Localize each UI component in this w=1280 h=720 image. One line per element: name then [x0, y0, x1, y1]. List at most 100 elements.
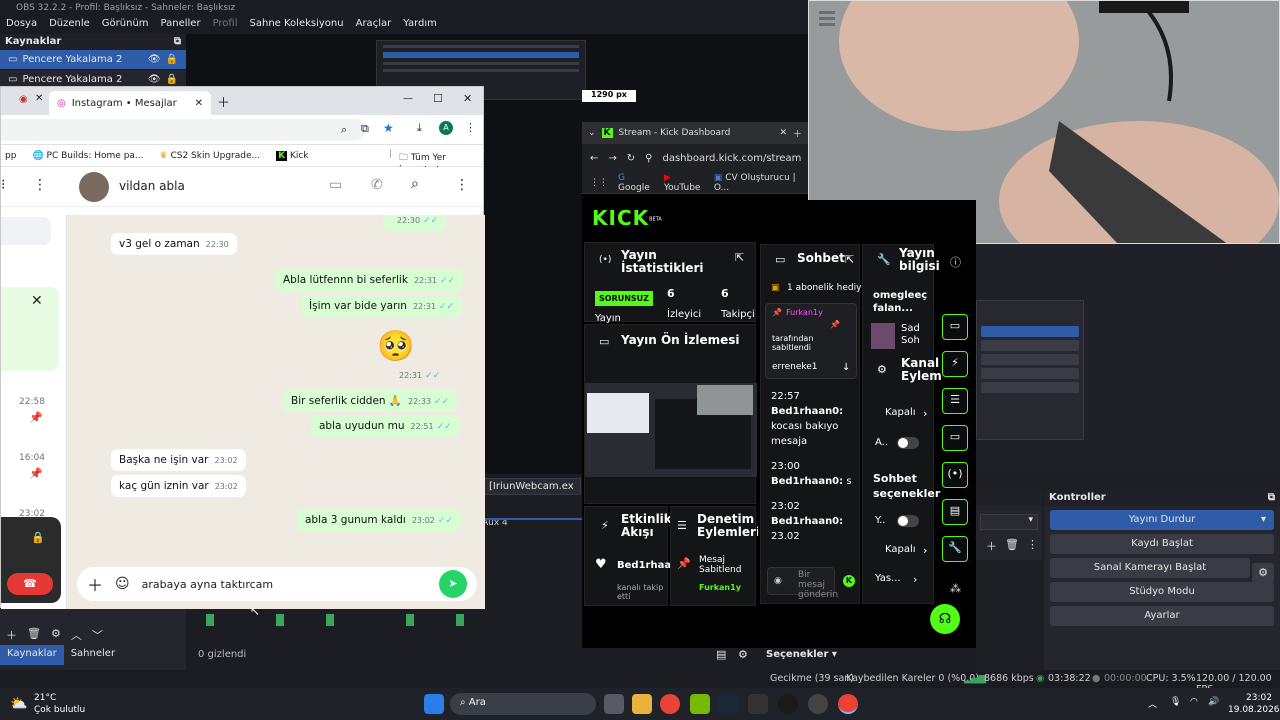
microphone-icon[interactable]: 🎙: [1170, 697, 1181, 707]
up-icon[interactable]: ︿: [71, 627, 82, 642]
new-tab-icon[interactable]: ＋: [793, 127, 802, 140]
phone-icon[interactable]: ✆: [371, 177, 383, 193]
chat-icon[interactable]: ▭: [942, 425, 968, 451]
share-icon[interactable]: ⁂: [950, 582, 961, 595]
message-draft[interactable]: arabaya ayna taktırcam: [142, 578, 427, 591]
menu-tools[interactable]: Araçlar: [356, 18, 392, 34]
chevron-down-icon[interactable]: ▾: [1261, 510, 1266, 530]
more-icon[interactable]: ⋮: [33, 177, 47, 193]
kick-emote-icon[interactable]: K: [843, 575, 855, 587]
more-icon[interactable]: ⋮: [465, 121, 476, 134]
menu-scene-collection[interactable]: Sahne Koleksiyonu: [250, 18, 344, 34]
chrome-icon[interactable]: [838, 694, 858, 714]
tab-sources[interactable]: Kaynaklar: [0, 645, 64, 665]
tab-scenes[interactable]: Sahneler: [64, 645, 122, 665]
search-icon[interactable]: ⌕: [411, 176, 419, 192]
tab-title[interactable]: Stream - Kick Dashboard: [619, 128, 774, 138]
down-icon[interactable]: ﹀: [92, 627, 103, 642]
layout-icon[interactable]: ▤: [716, 648, 726, 661]
bookmark-item[interactable]: 🌐 PC Builds: Home pa...: [32, 151, 143, 161]
more-icon[interactable]: ⋮: [455, 177, 469, 193]
close-icon[interactable]: ✕: [31, 293, 43, 309]
eye-icon[interactable]: 👁: [148, 74, 161, 85]
file-explorer-icon[interactable]: [632, 694, 652, 714]
menu-file[interactable]: Dosya: [6, 18, 37, 34]
end-call-button[interactable]: ☎: [7, 573, 53, 595]
attach-icon[interactable]: ＋: [87, 572, 103, 596]
task-view-icon[interactable]: [604, 694, 624, 714]
cast-icon[interactable]: ⧉: [361, 122, 369, 136]
back-icon[interactable]: ⁝: [1, 177, 5, 193]
site-info-icon[interactable]: ⚲: [645, 153, 652, 164]
windows-start-icon[interactable]: [424, 694, 444, 714]
scene-options-button[interactable]: Seçenekler ▾: [766, 649, 837, 660]
zoom-icon[interactable]: ⌕: [341, 123, 347, 137]
menu-view[interactable]: Görünüm: [102, 18, 149, 34]
bookmark-item[interactable]: ▶ YouTube: [664, 173, 704, 193]
avatar[interactable]: [79, 172, 109, 202]
apps-icon[interactable]: ⋮⋮: [590, 178, 608, 188]
tray-chevron-icon[interactable]: ︿: [1148, 697, 1157, 710]
start-recording-button[interactable]: Kaydı Başlat: [1050, 534, 1274, 554]
bookmark-item[interactable]: G Google: [618, 173, 654, 193]
emote-icon[interactable]: ◉: [774, 576, 782, 586]
bookmark-item[interactable]: ▣ CV Oluşturucu | O...: [714, 173, 800, 193]
toggle-switch[interactable]: [897, 515, 919, 527]
chat-input[interactable]: ◉ Bir mesaj gönderin: [767, 567, 838, 600]
layout-icon[interactable]: ▤: [942, 499, 968, 525]
maximize-icon[interactable]: ☐: [433, 92, 443, 105]
trash-icon[interactable]: 🗑: [1005, 538, 1019, 554]
send-icon[interactable]: ➤: [439, 570, 467, 598]
clock-date[interactable]: 19.08.2026: [1228, 705, 1280, 715]
tab-search-icon[interactable]: ⌄: [588, 128, 596, 138]
close-icon[interactable]: ✕: [195, 98, 203, 109]
chevron-right-icon[interactable]: ›: [913, 573, 917, 586]
search-box[interactable]: [1, 217, 51, 245]
chatgpt-icon[interactable]: [808, 694, 828, 714]
list-icon[interactable]: ☰: [942, 388, 968, 414]
chevron-right-icon[interactable]: ›: [923, 407, 927, 420]
toggle-switch[interactable]: [897, 437, 919, 449]
bookmark-item[interactable]: pp: [5, 151, 16, 161]
add-icon[interactable]: ＋: [986, 538, 997, 554]
wrench-icon[interactable]: 🔧: [942, 536, 968, 562]
scroll-down-icon[interactable]: ↓: [842, 362, 850, 373]
back-icon[interactable]: ←: [590, 153, 598, 164]
address-bar[interactable]: [1, 119, 365, 141]
reload-icon[interactable]: ↻: [627, 153, 635, 164]
undock-icon[interactable]: ⧉: [174, 36, 181, 48]
kick-logo[interactable]: KICKBETA: [592, 206, 662, 230]
video-call-icon[interactable]: ▭: [329, 177, 342, 193]
lock-icon[interactable]: 🔒: [166, 74, 178, 85]
settings-button[interactable]: Ayarlar: [1050, 606, 1274, 626]
undock-icon[interactable]: ⧉: [1268, 492, 1275, 504]
menu-docks[interactable]: Paneller: [161, 18, 201, 34]
support-button[interactable]: ☊: [930, 604, 960, 634]
studio-mode-button[interactable]: Stüdyo Modu: [1050, 582, 1274, 602]
star-icon[interactable]: ★: [383, 121, 394, 135]
preview-icon[interactable]: ▭: [942, 314, 968, 340]
broadcast-icon[interactable]: (•): [942, 462, 968, 488]
chevron-right-icon[interactable]: ›: [923, 544, 927, 557]
wifi-icon[interactable]: ◠: [1190, 697, 1198, 707]
gear-icon[interactable]: ⚙: [51, 627, 61, 641]
lightning-icon[interactable]: ⚡: [942, 351, 968, 377]
stream-preview-video[interactable]: [585, 383, 757, 477]
volume-icon[interactable]: 🔊: [1208, 697, 1219, 707]
steam-icon[interactable]: [718, 694, 738, 714]
url-field[interactable]: dashboard.kick.com/stream: [663, 153, 802, 164]
message-input[interactable]: ＋ ☺ arabaya ayna taktırcam ➤: [77, 567, 477, 601]
forward-icon[interactable]: →: [608, 153, 616, 164]
start-virtual-camera-button[interactable]: Sanal Kamerayı Başlat: [1050, 558, 1250, 578]
gear-icon[interactable]: ⚙: [1252, 563, 1274, 583]
epic-games-icon[interactable]: [748, 694, 768, 714]
popout-icon[interactable]: ⇱: [735, 251, 744, 264]
close-icon[interactable]: ✕: [35, 93, 43, 104]
lock-icon[interactable]: 🔒: [166, 54, 178, 65]
contact-name[interactable]: vildan abla: [119, 179, 185, 193]
bookmark-item[interactable]: K Kick: [276, 150, 309, 161]
menu-profile[interactable]: Profil: [213, 18, 238, 34]
clock-time[interactable]: 23:02: [1246, 693, 1272, 703]
tab-instagram[interactable]: ◎ Instagram • Mesajlar ✕: [49, 91, 211, 115]
trash-icon[interactable]: 🗑: [27, 627, 41, 641]
